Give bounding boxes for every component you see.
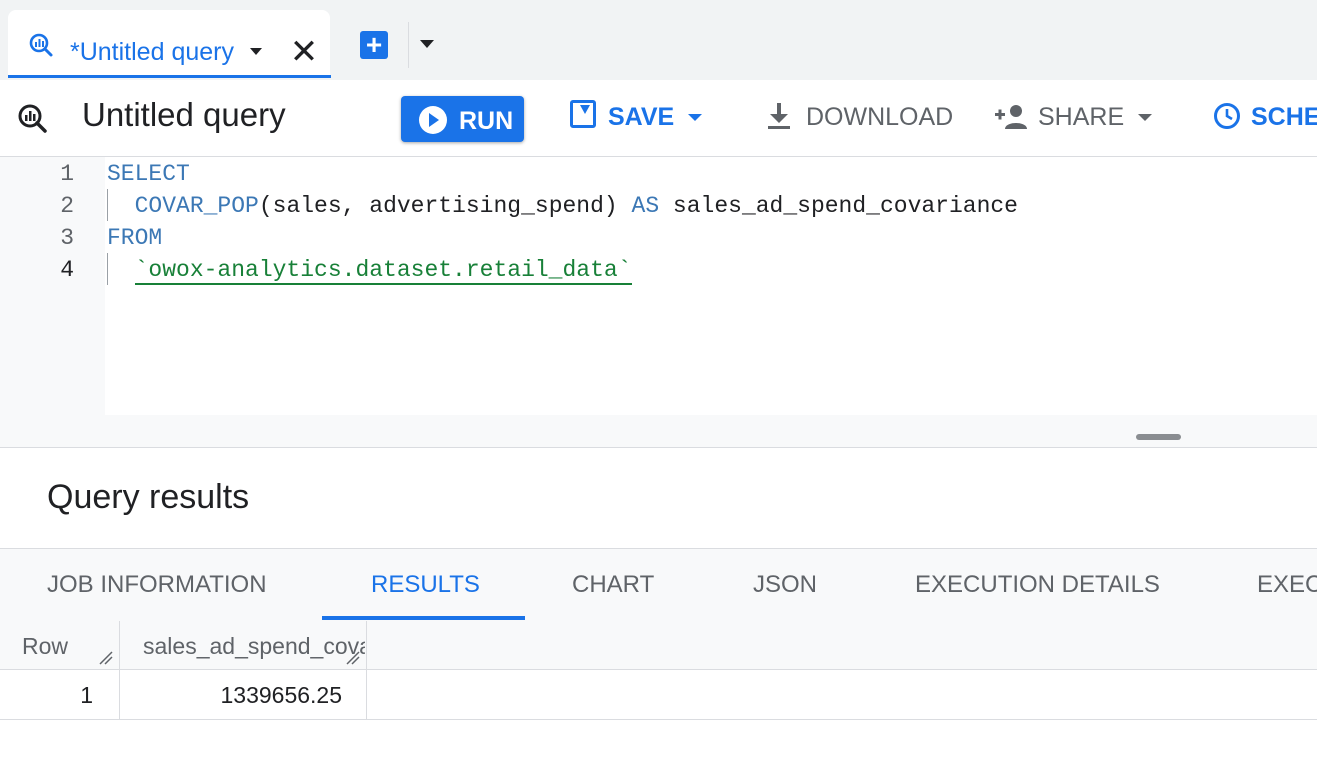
active-results-tab-indicator [322,616,525,620]
sql-keyword: SELECT [107,161,190,187]
download-label: DOWNLOAD [806,103,954,131]
tab-execution-details[interactable]: EXECUTION DETAILS [915,571,1160,599]
clock-icon [1214,103,1240,129]
query-toolbar: Untitled query RUN SAVE DOWNLOAD SHARE S… [0,80,1317,157]
results-table-header: Row sales_ad_spend_covariance [0,621,1317,670]
more-tabs-chevron-down-icon[interactable] [420,40,434,48]
sql-keyword: AS [631,193,660,219]
query-icon [29,33,53,57]
run-label: RUN [459,107,514,135]
tab-chart[interactable]: CHART [572,571,654,599]
tab-job-information[interactable]: JOB INFORMATION [47,571,267,599]
share-label: SHARE [1038,103,1125,131]
column-header-sales-ad-spend-covariance[interactable]: sales_ad_spend_covariance [143,633,365,660]
column-divider [119,621,120,669]
tab-json[interactable]: JSON [753,571,817,599]
results-tabs: JOB INFORMATION RESULTS CHART JSON EXECU… [0,548,1317,622]
column-header-row[interactable]: Row [22,633,68,660]
sql-function: COVAR_POP [134,193,259,219]
new-query-tab-plus-icon[interactable]: + [360,31,388,59]
tab-results[interactable]: RESULTS [371,571,480,599]
tab-menu-chevron-down-icon[interactable] [250,48,262,55]
line-number: 2 [60,193,74,219]
download-icon [768,103,790,129]
tab-divider [408,22,409,68]
code-text[interactable]: FROM [107,225,162,251]
code-text[interactable]: COVAR_POP(sales, advertising_spend) AS s… [107,193,1018,219]
column-resize-grip-icon[interactable] [99,651,113,665]
table-row[interactable]: 1 1339656.25 [0,670,1317,720]
query-title[interactable]: Untitled query [82,96,286,134]
results-heading: Query results [47,478,250,516]
query-editor-icon [18,104,47,133]
schedule-label: SCHE [1251,103,1317,131]
sql-table-reference: `owox-analytics.dataset.retail_data` [134,257,632,285]
tab-title: *Untitled query [70,38,234,66]
tab-execution-graph[interactable]: EXEC [1257,571,1317,599]
sql-text: (sales, advertising_spend) [258,193,632,219]
run-button[interactable]: RUN [401,96,524,142]
query-tab[interactable]: *Untitled query ✕ [8,10,330,78]
sql-editor[interactable]: 1 SELECT 2 COVAR_POP(sales, advertising_sp… [0,157,1317,447]
save-icon [570,100,596,128]
close-tab-icon[interactable]: ✕ [284,32,324,72]
line-number: 3 [60,225,74,251]
code-text[interactable]: `owox-analytics.dataset.retail_data` [107,257,632,285]
line-number: 1 [60,161,74,187]
covariance-value-cell[interactable]: 1339656.25 [120,682,342,709]
share-chevron-down-icon[interactable] [1138,114,1152,121]
active-tab-indicator [8,75,331,78]
save-label: SAVE [608,103,675,131]
column-resize-grip-icon[interactable] [346,651,360,665]
line-number: 4 [60,257,74,283]
query-tab-bar: *Untitled query ✕ + [0,0,1317,80]
row-number-cell: 1 [80,682,93,708]
sql-keyword: FROM [107,225,163,251]
code-text[interactable]: SELECT [107,161,190,187]
column-divider [366,621,367,669]
editor-divider [0,447,1317,448]
play-icon [419,106,447,134]
column-divider [366,670,367,719]
add-person-icon [995,105,1027,129]
sql-text: sales_ad_spend_covariance [659,193,1018,219]
save-chevron-down-icon[interactable] [688,114,702,121]
editor-resize-handle[interactable] [1136,434,1181,440]
